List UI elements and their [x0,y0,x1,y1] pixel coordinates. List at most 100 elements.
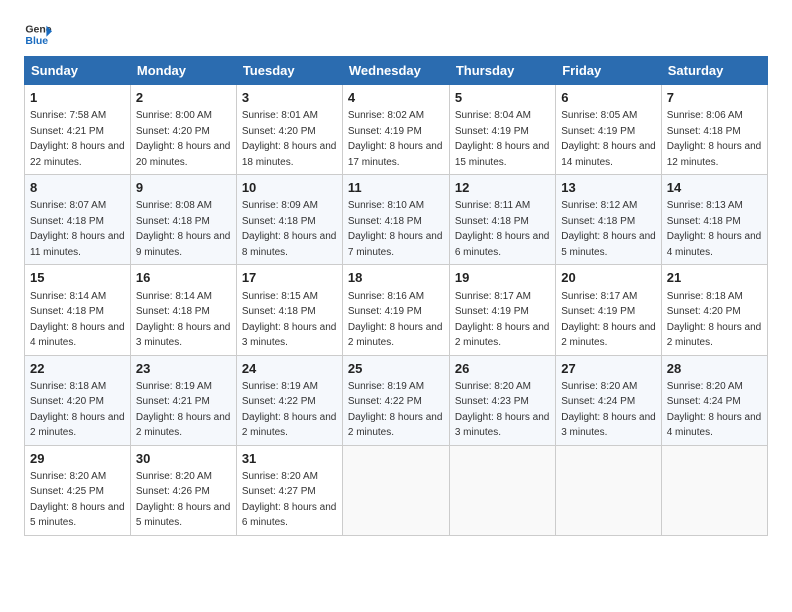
day-number: 30 [136,450,231,468]
day-info: Sunrise: 8:11 AM Sunset: 4:18 PM Dayligh… [455,200,550,258]
calendar-week-3: 15 Sunrise: 8:14 AM Sunset: 4:18 PM Dayl… [25,265,768,355]
day-info: Sunrise: 8:15 AM Sunset: 4:18 PM Dayligh… [242,291,337,349]
calendar-cell: 22 Sunrise: 8:18 AM Sunset: 4:20 PM Dayl… [25,355,131,445]
day-number: 4 [348,89,444,107]
day-info: Sunrise: 8:20 AM Sunset: 4:23 PM Dayligh… [455,381,550,439]
calendar-week-1: 1 Sunrise: 7:58 AM Sunset: 4:21 PM Dayli… [25,85,768,175]
calendar-cell: 29 Sunrise: 8:20 AM Sunset: 4:25 PM Dayl… [25,445,131,535]
day-info: Sunrise: 8:18 AM Sunset: 4:20 PM Dayligh… [30,381,125,439]
day-info: Sunrise: 8:13 AM Sunset: 4:18 PM Dayligh… [667,200,762,258]
calendar-week-4: 22 Sunrise: 8:18 AM Sunset: 4:20 PM Dayl… [25,355,768,445]
day-number: 6 [561,89,656,107]
calendar-cell: 18 Sunrise: 8:16 AM Sunset: 4:19 PM Dayl… [342,265,449,355]
calendar-cell: 26 Sunrise: 8:20 AM Sunset: 4:23 PM Dayl… [449,355,555,445]
day-info: Sunrise: 8:09 AM Sunset: 4:18 PM Dayligh… [242,200,337,258]
logo: General Blue [24,20,52,48]
calendar-cell: 1 Sunrise: 7:58 AM Sunset: 4:21 PM Dayli… [25,85,131,175]
day-info: Sunrise: 8:06 AM Sunset: 4:18 PM Dayligh… [667,110,762,168]
svg-text:Blue: Blue [25,35,48,47]
day-info: Sunrise: 8:10 AM Sunset: 4:18 PM Dayligh… [348,200,443,258]
day-info: Sunrise: 7:58 AM Sunset: 4:21 PM Dayligh… [30,110,125,168]
calendar-cell [342,445,449,535]
day-number: 24 [242,360,337,378]
day-header-friday: Friday [556,57,662,85]
logo-icon: General Blue [24,20,52,48]
calendar-cell: 4 Sunrise: 8:02 AM Sunset: 4:19 PM Dayli… [342,85,449,175]
calendar-cell: 28 Sunrise: 8:20 AM Sunset: 4:24 PM Dayl… [661,355,767,445]
day-info: Sunrise: 8:20 AM Sunset: 4:26 PM Dayligh… [136,471,231,529]
day-number: 8 [30,179,125,197]
day-number: 20 [561,269,656,287]
day-number: 21 [667,269,762,287]
calendar-cell: 30 Sunrise: 8:20 AM Sunset: 4:26 PM Dayl… [130,445,236,535]
calendar-cell: 6 Sunrise: 8:05 AM Sunset: 4:19 PM Dayli… [556,85,662,175]
day-info: Sunrise: 8:17 AM Sunset: 4:19 PM Dayligh… [455,291,550,349]
day-number: 7 [667,89,762,107]
day-info: Sunrise: 8:02 AM Sunset: 4:19 PM Dayligh… [348,110,443,168]
day-number: 2 [136,89,231,107]
day-info: Sunrise: 8:19 AM Sunset: 4:22 PM Dayligh… [348,381,443,439]
page-header: General Blue [24,20,768,48]
calendar-cell: 15 Sunrise: 8:14 AM Sunset: 4:18 PM Dayl… [25,265,131,355]
calendar-cell: 8 Sunrise: 8:07 AM Sunset: 4:18 PM Dayli… [25,175,131,265]
day-header-thursday: Thursday [449,57,555,85]
day-info: Sunrise: 8:20 AM Sunset: 4:24 PM Dayligh… [561,381,656,439]
calendar-cell: 23 Sunrise: 8:19 AM Sunset: 4:21 PM Dayl… [130,355,236,445]
calendar-cell: 20 Sunrise: 8:17 AM Sunset: 4:19 PM Dayl… [556,265,662,355]
day-header-tuesday: Tuesday [236,57,342,85]
calendar-cell: 17 Sunrise: 8:15 AM Sunset: 4:18 PM Dayl… [236,265,342,355]
day-number: 19 [455,269,550,287]
day-number: 12 [455,179,550,197]
day-number: 31 [242,450,337,468]
day-number: 27 [561,360,656,378]
day-number: 13 [561,179,656,197]
day-number: 26 [455,360,550,378]
day-number: 10 [242,179,337,197]
calendar-week-2: 8 Sunrise: 8:07 AM Sunset: 4:18 PM Dayli… [25,175,768,265]
day-info: Sunrise: 8:20 AM Sunset: 4:27 PM Dayligh… [242,471,337,529]
calendar-header-row: SundayMondayTuesdayWednesdayThursdayFrid… [25,57,768,85]
day-info: Sunrise: 8:14 AM Sunset: 4:18 PM Dayligh… [30,291,125,349]
calendar-cell: 31 Sunrise: 8:20 AM Sunset: 4:27 PM Dayl… [236,445,342,535]
day-number: 16 [136,269,231,287]
calendar-cell: 5 Sunrise: 8:04 AM Sunset: 4:19 PM Dayli… [449,85,555,175]
day-info: Sunrise: 8:20 AM Sunset: 4:25 PM Dayligh… [30,471,125,529]
day-number: 3 [242,89,337,107]
calendar-week-5: 29 Sunrise: 8:20 AM Sunset: 4:25 PM Dayl… [25,445,768,535]
calendar-cell: 9 Sunrise: 8:08 AM Sunset: 4:18 PM Dayli… [130,175,236,265]
day-info: Sunrise: 8:04 AM Sunset: 4:19 PM Dayligh… [455,110,550,168]
calendar-cell: 16 Sunrise: 8:14 AM Sunset: 4:18 PM Dayl… [130,265,236,355]
calendar-table: SundayMondayTuesdayWednesdayThursdayFrid… [24,56,768,536]
day-info: Sunrise: 8:12 AM Sunset: 4:18 PM Dayligh… [561,200,656,258]
calendar-cell [449,445,555,535]
day-number: 5 [455,89,550,107]
calendar-cell: 19 Sunrise: 8:17 AM Sunset: 4:19 PM Dayl… [449,265,555,355]
day-info: Sunrise: 8:17 AM Sunset: 4:19 PM Dayligh… [561,291,656,349]
day-info: Sunrise: 8:20 AM Sunset: 4:24 PM Dayligh… [667,381,762,439]
calendar-cell: 3 Sunrise: 8:01 AM Sunset: 4:20 PM Dayli… [236,85,342,175]
calendar-cell: 24 Sunrise: 8:19 AM Sunset: 4:22 PM Dayl… [236,355,342,445]
calendar-cell: 21 Sunrise: 8:18 AM Sunset: 4:20 PM Dayl… [661,265,767,355]
day-info: Sunrise: 8:14 AM Sunset: 4:18 PM Dayligh… [136,291,231,349]
calendar-cell [661,445,767,535]
day-info: Sunrise: 8:16 AM Sunset: 4:19 PM Dayligh… [348,291,443,349]
day-info: Sunrise: 8:19 AM Sunset: 4:22 PM Dayligh… [242,381,337,439]
day-info: Sunrise: 8:07 AM Sunset: 4:18 PM Dayligh… [30,200,125,258]
calendar-cell: 13 Sunrise: 8:12 AM Sunset: 4:18 PM Dayl… [556,175,662,265]
day-info: Sunrise: 8:18 AM Sunset: 4:20 PM Dayligh… [667,291,762,349]
day-number: 17 [242,269,337,287]
day-info: Sunrise: 8:05 AM Sunset: 4:19 PM Dayligh… [561,110,656,168]
day-number: 25 [348,360,444,378]
day-header-sunday: Sunday [25,57,131,85]
calendar-cell: 25 Sunrise: 8:19 AM Sunset: 4:22 PM Dayl… [342,355,449,445]
day-number: 11 [348,179,444,197]
day-number: 18 [348,269,444,287]
day-number: 28 [667,360,762,378]
day-number: 15 [30,269,125,287]
day-header-monday: Monday [130,57,236,85]
day-header-saturday: Saturday [661,57,767,85]
calendar-cell: 27 Sunrise: 8:20 AM Sunset: 4:24 PM Dayl… [556,355,662,445]
day-info: Sunrise: 8:08 AM Sunset: 4:18 PM Dayligh… [136,200,231,258]
calendar-cell: 10 Sunrise: 8:09 AM Sunset: 4:18 PM Dayl… [236,175,342,265]
day-number: 29 [30,450,125,468]
